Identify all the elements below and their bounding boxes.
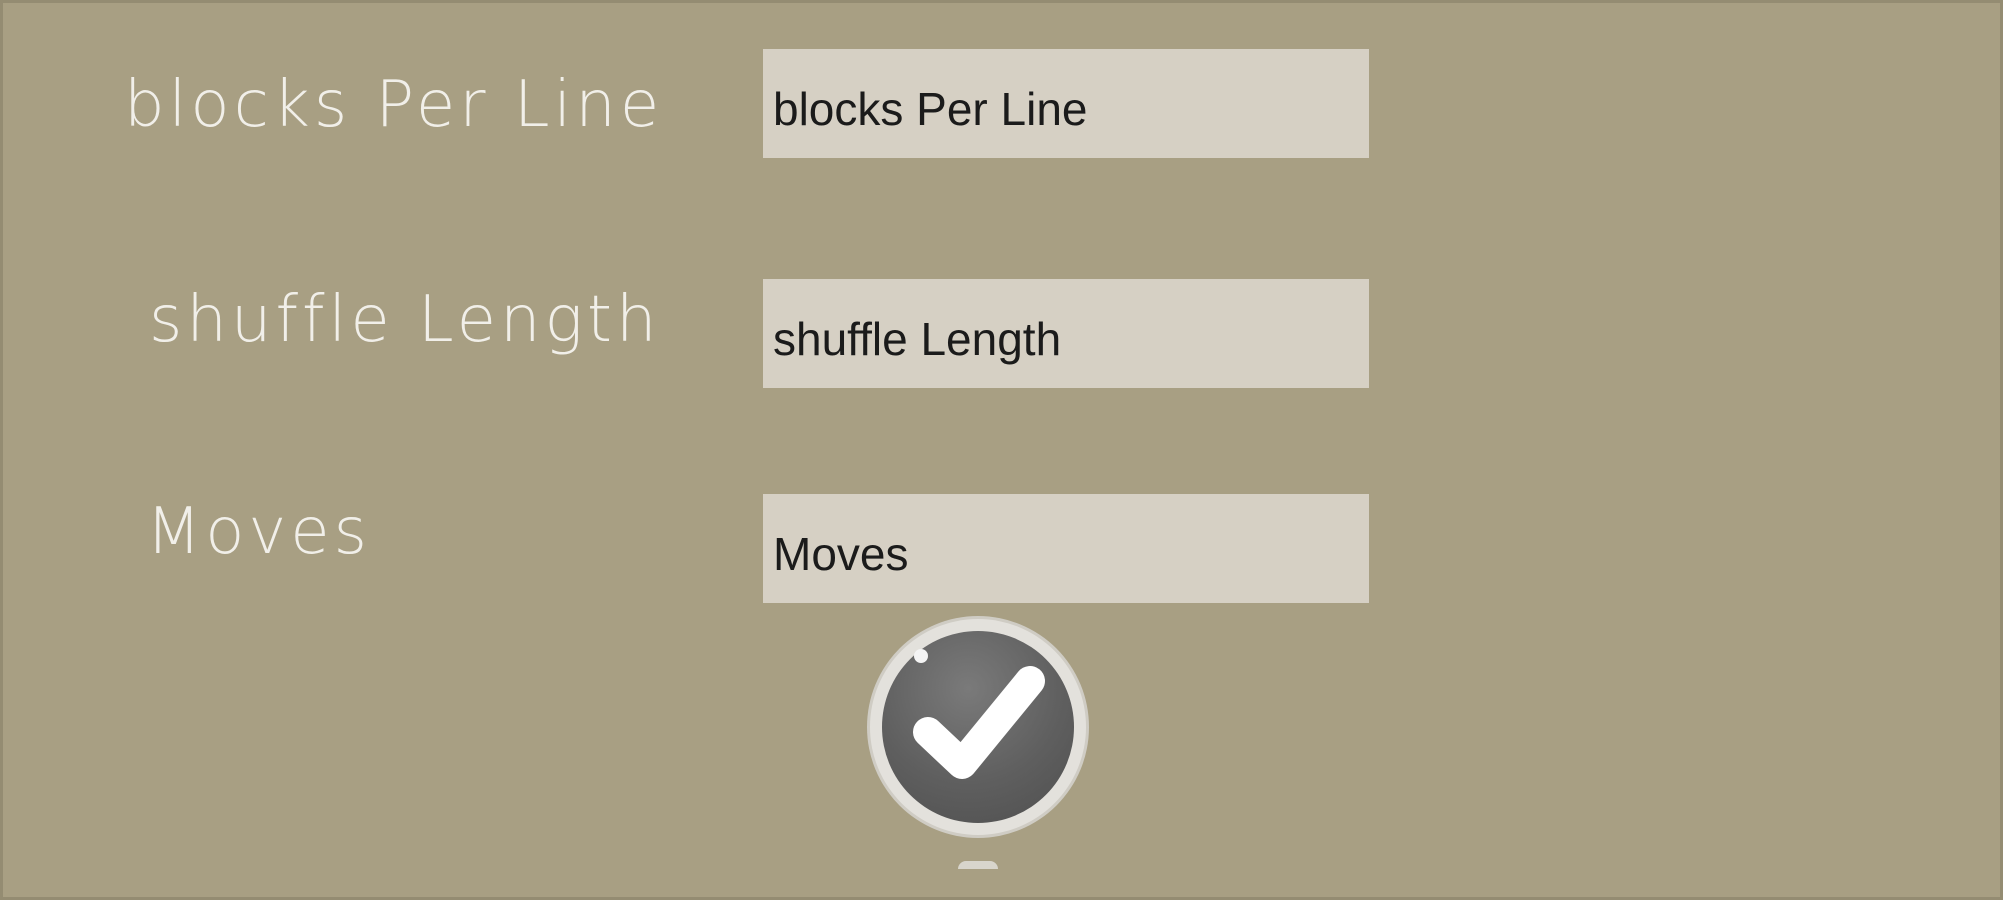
moves-input[interactable]	[763, 494, 1369, 603]
checkmark-icon	[913, 666, 1045, 779]
shuffle-length-label: shuffle Length	[149, 283, 661, 357]
confirm-button[interactable]	[870, 619, 1086, 835]
page-indicator	[958, 861, 998, 869]
shuffle-length-input[interactable]	[763, 279, 1369, 388]
blocks-per-line-label: blocks Per Line	[124, 68, 664, 142]
moves-label: Moves	[146, 495, 371, 569]
blocks-per-line-input[interactable]	[763, 49, 1369, 158]
